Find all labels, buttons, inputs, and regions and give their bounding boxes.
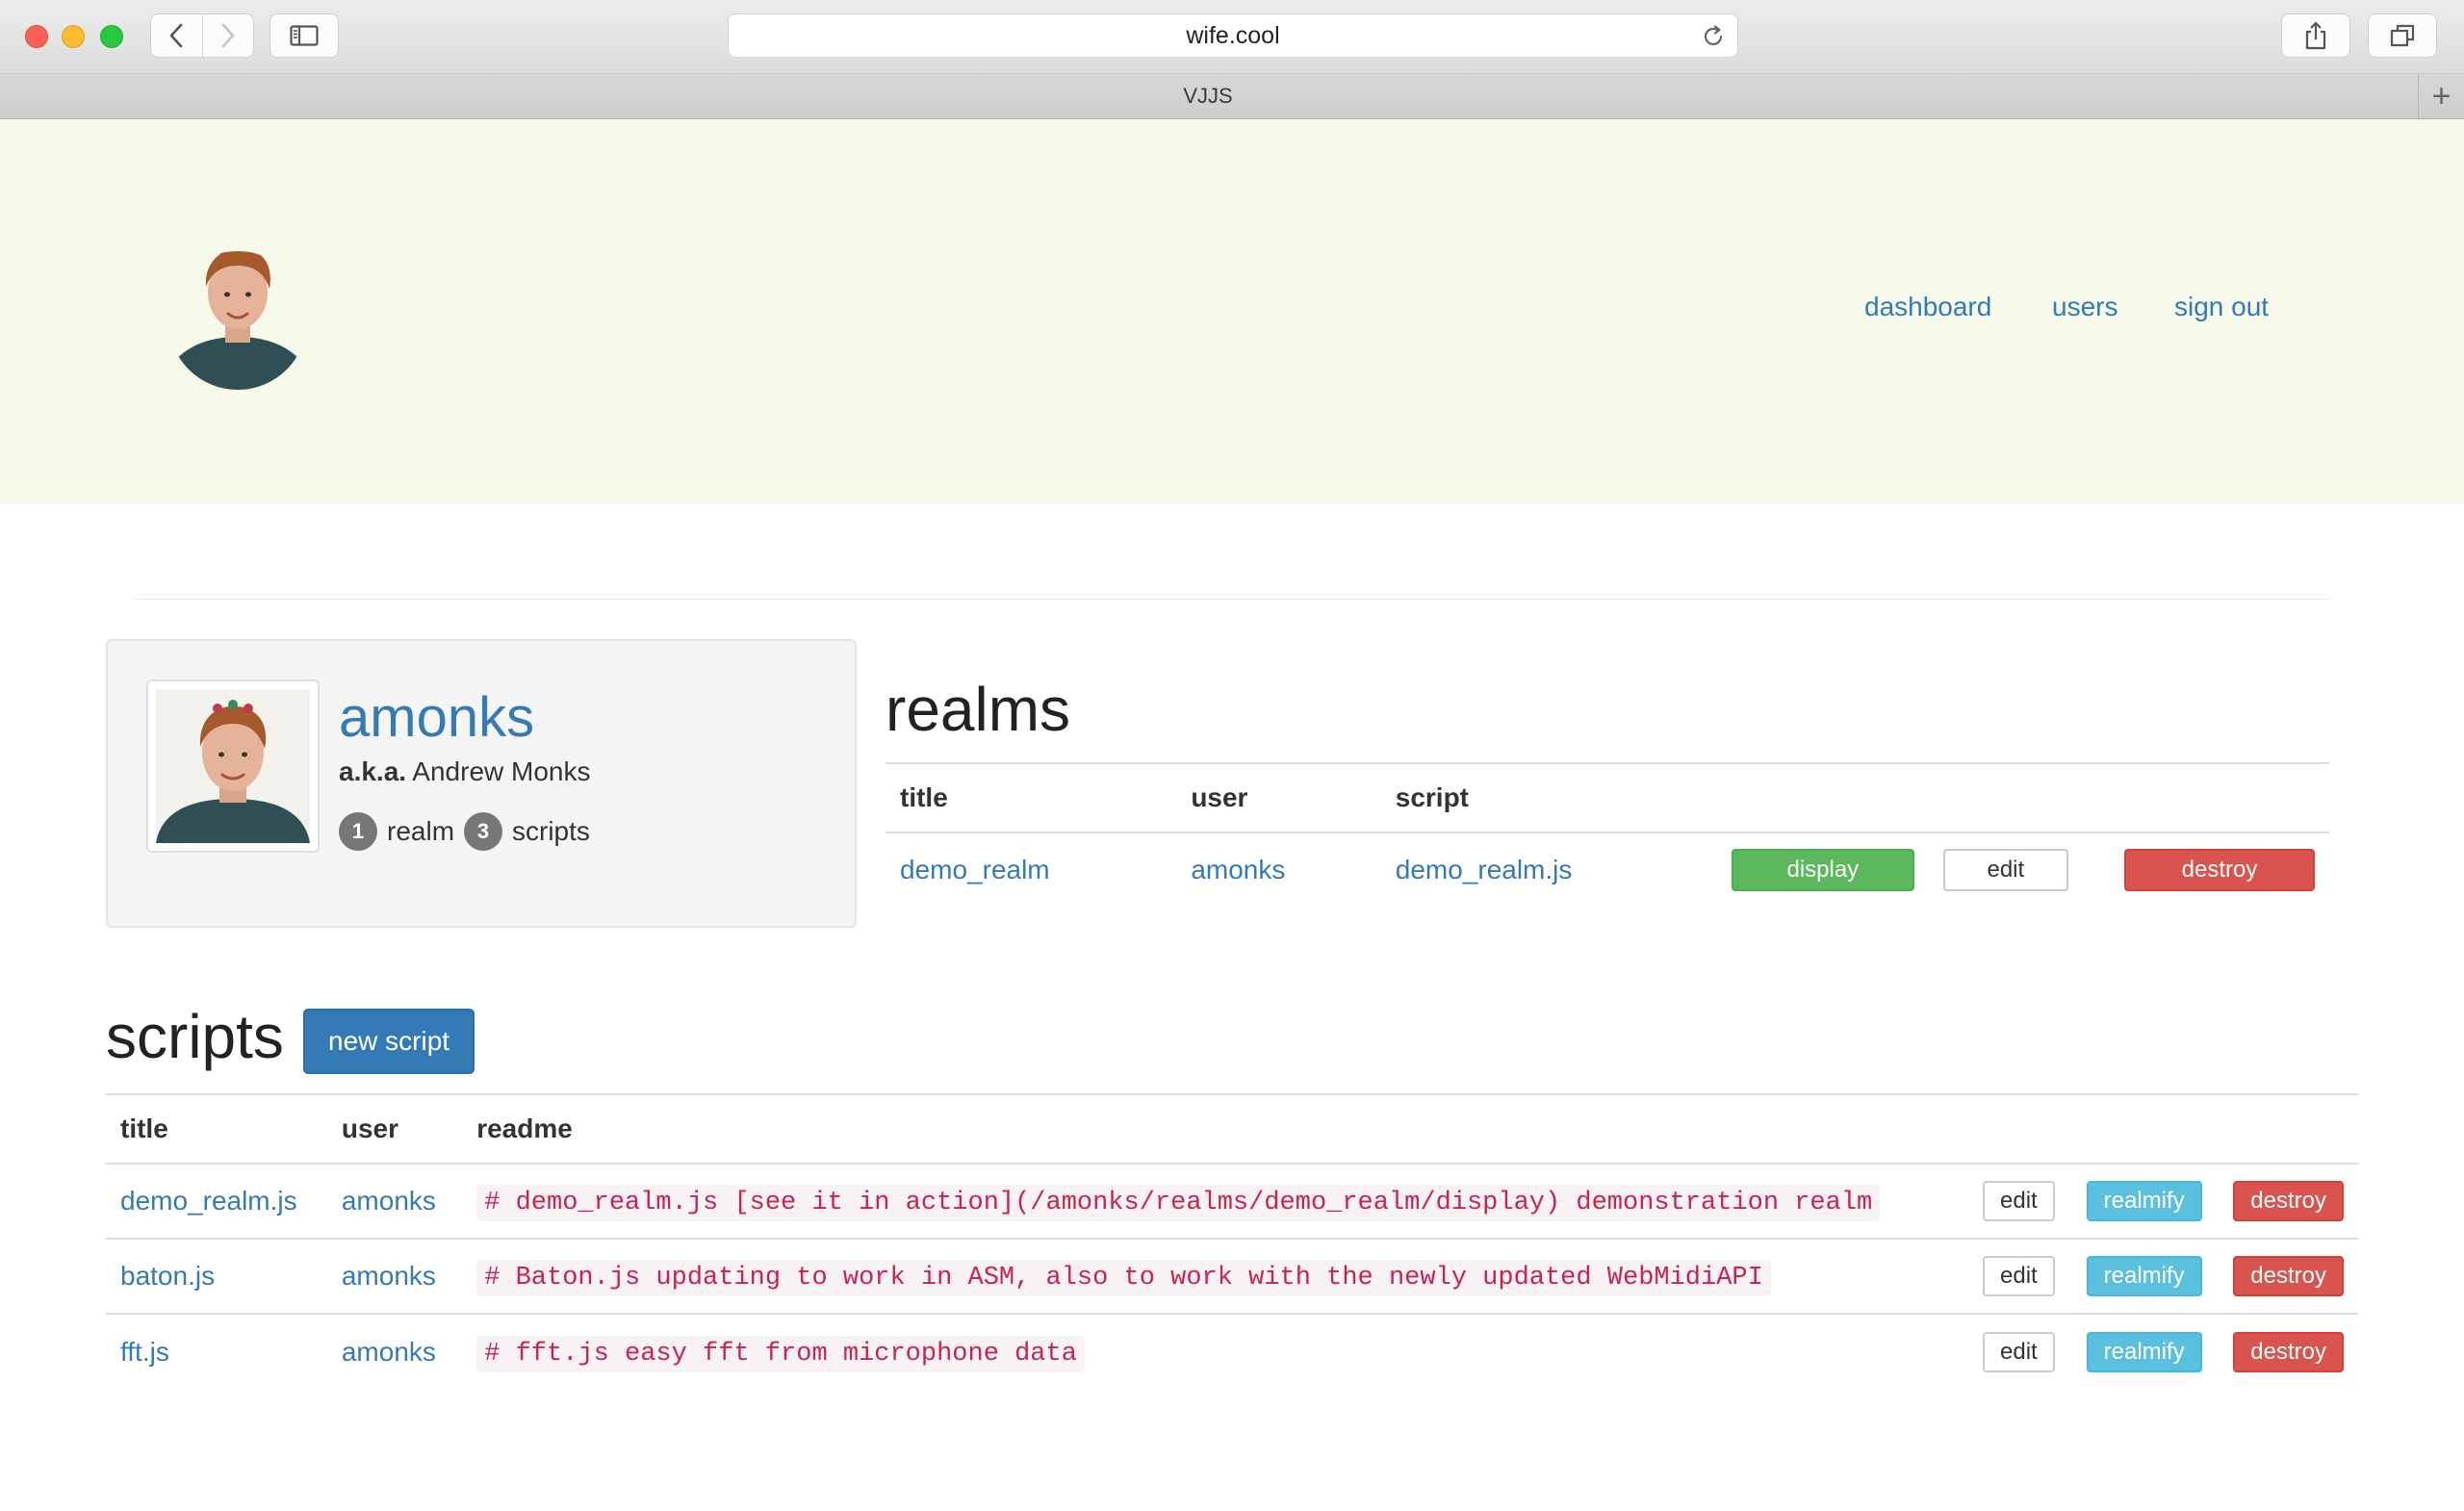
script-title-link[interactable]: baton.js [120, 1261, 215, 1291]
close-window-button[interactable] [25, 25, 48, 48]
nav-dashboard-link[interactable]: dashboard [1864, 292, 1991, 322]
sidebar-icon [290, 25, 319, 46]
aka-label: a.k.a. [339, 756, 407, 786]
top-nav: dashboard users sign out [0, 292, 2464, 334]
script-user-link[interactable]: amonks [342, 1186, 436, 1216]
show-tabs-button[interactable] [2368, 13, 2437, 58]
column-header-title: title [106, 1093, 327, 1165]
avatar-photo [156, 689, 310, 843]
script-readme: # fft.js easy fft from microphone data [476, 1335, 1085, 1372]
browser-titlebar: wife.cool [0, 0, 2464, 74]
script-user-link[interactable]: amonks [342, 1261, 436, 1291]
url-text: wife.cool [1186, 21, 1280, 49]
profile-avatar [146, 679, 320, 853]
destroy-button[interactable]: destroy [2233, 1331, 2344, 1372]
destroy-button[interactable]: destroy [2124, 848, 2315, 891]
column-header-title: title [886, 762, 1177, 833]
column-header-script: script [1380, 762, 1717, 833]
display-button[interactable]: display [1731, 848, 1914, 891]
new-tab-button[interactable]: + [2418, 74, 2464, 118]
realmify-button[interactable]: realmify [2086, 1331, 2202, 1372]
realm-title-link[interactable]: demo_realm [900, 855, 1050, 884]
tab-active[interactable]: VJJS [0, 74, 2416, 118]
profile-username-link[interactable]: amonks [339, 685, 534, 750]
realms-heading: realms [886, 675, 1071, 744]
profile-card: amonks a.k.a. Andrew Monks 1 realm 3 scr… [106, 639, 857, 928]
scripts-heading: scripts [106, 1002, 284, 1071]
realm-count-badge: 1 [339, 812, 377, 851]
script-title-link[interactable]: demo_realm.js [120, 1186, 297, 1216]
nav-users-link[interactable]: users [2052, 292, 2118, 322]
destroy-button[interactable]: destroy [2233, 1256, 2344, 1296]
profile-real-name: Andrew Monks [412, 756, 591, 786]
back-button[interactable] [151, 14, 202, 57]
edit-button[interactable]: edit [1942, 848, 2068, 891]
script-readme: # demo_realm.js [see it in action](/amon… [476, 1185, 1881, 1221]
realm-script-link[interactable]: demo_realm.js [1396, 855, 1573, 884]
table-header-row: title user script [886, 762, 2329, 833]
table-row: fft.js amonks # fft.js easy fft from mic… [106, 1313, 2358, 1389]
forward-button[interactable] [201, 14, 254, 57]
history-nav-group [150, 13, 254, 58]
edit-button[interactable]: edit [1983, 1256, 2055, 1296]
chevron-right-icon [221, 23, 235, 48]
scripts-table: title user readme demo_realm.js amonks #… [106, 1093, 2358, 1389]
edit-button[interactable]: edit [1983, 1331, 2055, 1372]
column-header-user: user [326, 1093, 463, 1165]
table-row: demo_realm.js amonks # demo_realm.js [se… [106, 1164, 2358, 1239]
nav-sign-out-link[interactable]: sign out [2174, 292, 2269, 322]
table-header-row: title user readme [106, 1093, 2358, 1165]
edit-button[interactable]: edit [1983, 1181, 2055, 1221]
tabs-overview-icon [2390, 24, 2415, 47]
realm-user-link[interactable]: amonks [1191, 855, 1285, 884]
column-header-user: user [1176, 762, 1381, 833]
realmify-button[interactable]: realmify [2086, 1256, 2202, 1296]
profile-counts: 1 realm 3 scripts [339, 812, 600, 851]
chevron-left-icon [169, 23, 183, 48]
script-user-link[interactable]: amonks [342, 1337, 436, 1367]
sidebar-toggle-button[interactable] [270, 13, 339, 58]
column-header-readme: readme [462, 1093, 1969, 1165]
share-icon [2305, 21, 2326, 50]
destroy-button[interactable]: destroy [2233, 1181, 2344, 1221]
script-count-label: scripts [512, 816, 590, 846]
tab-bar: VJJS + [0, 74, 2464, 119]
new-script-button[interactable]: new script [303, 1009, 475, 1074]
table-row: baton.js amonks # Baton.js updating to w… [106, 1238, 2358, 1314]
realmify-button[interactable]: realmify [2086, 1181, 2202, 1221]
profile-aka: a.k.a. Andrew Monks [339, 756, 590, 787]
table-row: demo_realm amonks demo_realm.js display … [886, 832, 2329, 906]
script-title-link[interactable]: fft.js [120, 1337, 169, 1367]
share-button[interactable] [2281, 13, 2350, 58]
script-readme: # Baton.js updating to work in ASM, also… [476, 1260, 1771, 1296]
reload-icon[interactable] [1701, 24, 1726, 49]
zoom-window-button[interactable] [100, 25, 123, 48]
realms-table: title user script demo_realm amonks demo… [886, 762, 2329, 906]
address-bar[interactable]: wife.cool [728, 13, 1738, 58]
script-count-badge: 3 [464, 812, 503, 851]
minimize-window-button[interactable] [62, 25, 85, 48]
divider [135, 599, 2329, 600]
realm-count-label: realm [387, 816, 455, 846]
